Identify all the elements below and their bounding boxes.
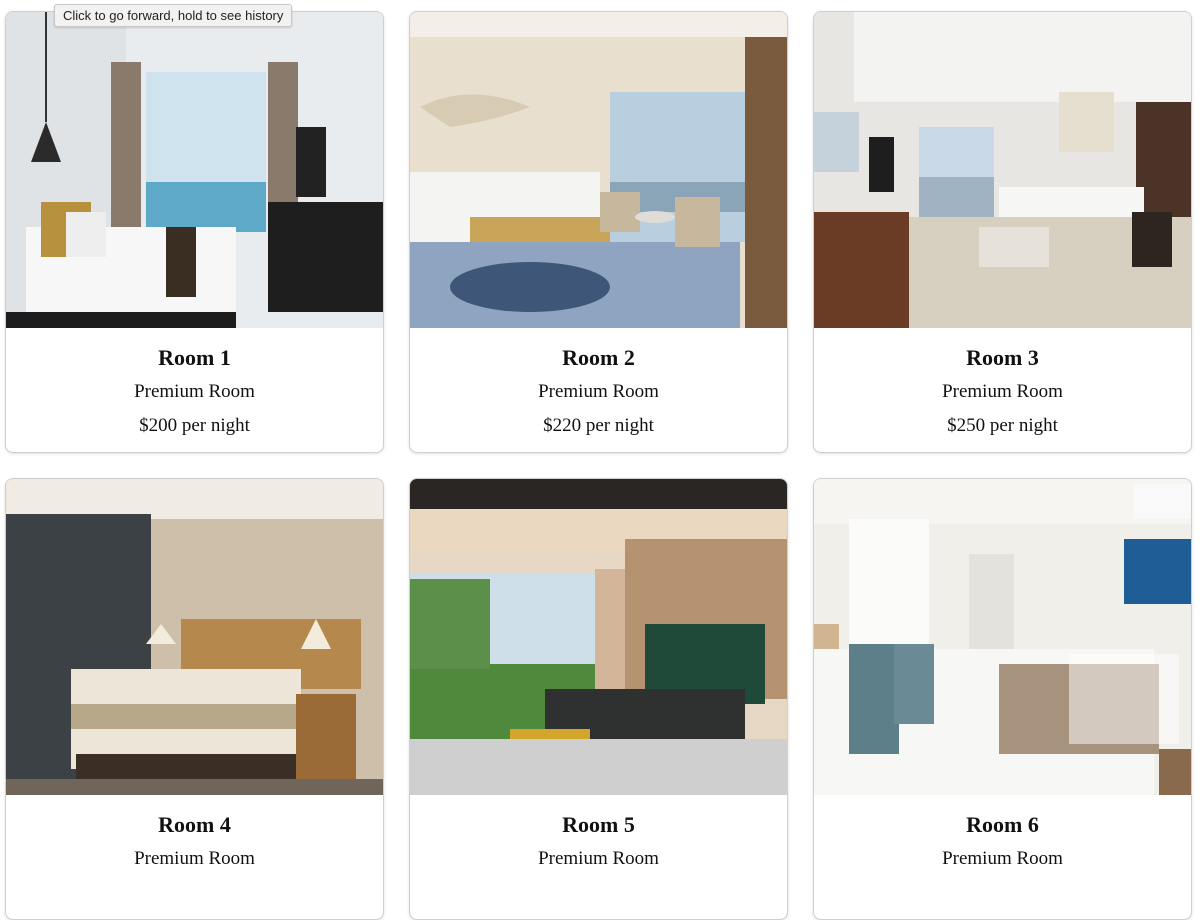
room-name: Room 6 xyxy=(966,812,1039,837)
room-type: Premium Room xyxy=(538,381,659,402)
room-card[interactable]: Room 2 Premium Room $220 per night xyxy=(409,11,788,453)
room-type: Premium Room xyxy=(942,381,1063,402)
room-grid: Room 1 Premium Room $200 per night Room … xyxy=(5,11,1192,920)
room-card[interactable]: Room 5 Premium Room xyxy=(409,478,788,920)
room-type: Premium Room xyxy=(134,848,255,869)
room-card[interactable]: Room 1 Premium Room $200 per night xyxy=(5,11,384,453)
bedroom-photo-icon xyxy=(814,12,1191,328)
bedroom-photo-icon xyxy=(6,479,383,795)
room-price: $250 per night xyxy=(947,415,1058,436)
room-card[interactable]: Room 3 Premium Room $250 per night xyxy=(813,11,1192,453)
bedroom-photo-icon xyxy=(6,12,383,328)
bedroom-photo-icon xyxy=(410,12,787,328)
browser-tooltip: Click to go forward, hold to see history xyxy=(54,4,293,27)
room-name: Room 4 xyxy=(158,812,231,837)
room-photo[interactable] xyxy=(410,12,787,328)
room-card[interactable]: Room 6 Premium Room xyxy=(813,478,1192,920)
room-photo[interactable] xyxy=(6,12,383,328)
room-type: Premium Room xyxy=(134,381,255,402)
room-name: Room 1 xyxy=(158,345,231,370)
room-photo[interactable] xyxy=(6,479,383,795)
room-type: Premium Room xyxy=(538,848,659,869)
room-price: $200 per night xyxy=(139,415,250,436)
room-name: Room 3 xyxy=(966,345,1039,370)
room-photo[interactable] xyxy=(410,479,787,795)
room-name: Room 5 xyxy=(562,812,635,837)
bedroom-photo-icon xyxy=(814,479,1191,795)
bedroom-photo-icon xyxy=(410,479,787,795)
room-type: Premium Room xyxy=(942,848,1063,869)
room-name: Room 2 xyxy=(562,345,635,370)
room-price: $220 per night xyxy=(543,415,654,436)
room-card[interactable]: Room 4 Premium Room xyxy=(5,478,384,920)
room-photo[interactable] xyxy=(814,12,1191,328)
room-photo[interactable] xyxy=(814,479,1191,795)
